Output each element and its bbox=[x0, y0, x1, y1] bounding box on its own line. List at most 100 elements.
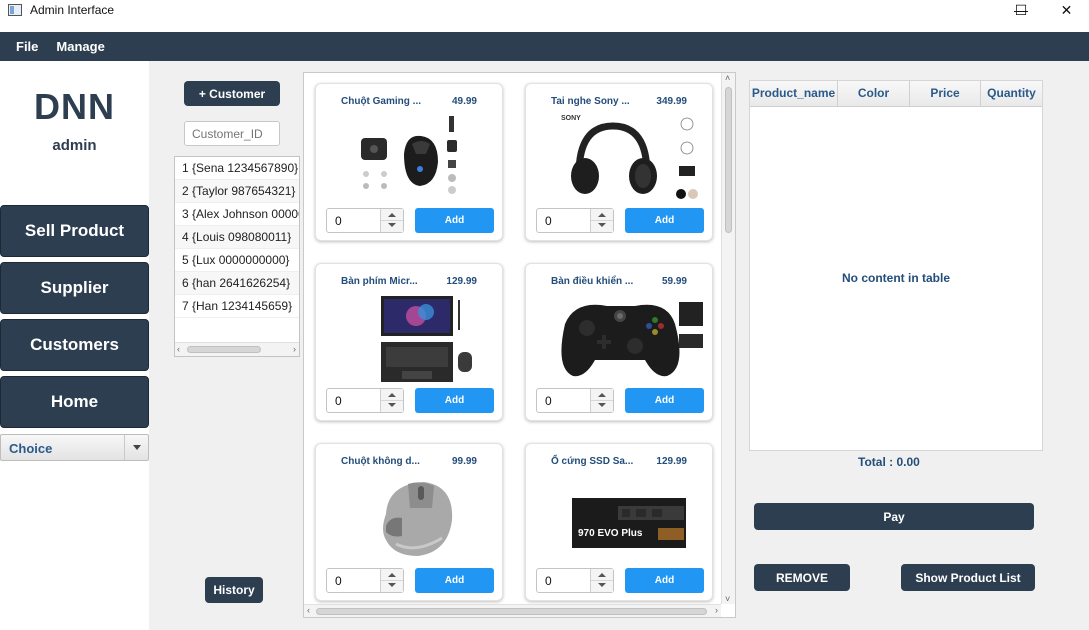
quantity-stepper[interactable]: 0 bbox=[536, 208, 614, 233]
list-item[interactable]: 5 {Lux 0000000000} bbox=[175, 249, 299, 272]
product-name: Bàn điều khiển ... bbox=[551, 276, 634, 287]
close-button[interactable]: ✕ bbox=[1044, 0, 1089, 20]
add-customer-button[interactable]: + Customer bbox=[184, 81, 280, 106]
decrement-icon[interactable] bbox=[598, 403, 606, 407]
product-card: Bàn điều khiển ... 59.99 0 Add bbox=[525, 263, 713, 421]
supplier-button[interactable]: Supplier bbox=[0, 262, 149, 314]
window-titlebar: Admin Interface — — ✕ bbox=[0, 0, 1089, 32]
quantity-value[interactable]: 0 bbox=[335, 214, 342, 228]
decrement-icon[interactable] bbox=[598, 583, 606, 587]
show-product-list-button[interactable]: Show Product List bbox=[901, 564, 1035, 591]
choice-dropdown[interactable]: Choice bbox=[0, 434, 149, 461]
decrement-icon[interactable] bbox=[388, 583, 396, 587]
scroll-up-icon[interactable]: ˄ bbox=[725, 73, 730, 83]
product-name: Bàn phím Micr... bbox=[341, 276, 418, 287]
list-item[interactable]: 3 {Alex Johnson 00000 bbox=[175, 203, 299, 226]
quantity-stepper[interactable]: 0 bbox=[326, 388, 404, 413]
menu-bar: File Manage bbox=[0, 32, 1089, 61]
product-card: Bàn phím Micr... 129.99 0 Add bbox=[315, 263, 503, 421]
quantity-value[interactable]: 0 bbox=[545, 574, 552, 588]
empty-table-message: No content in table bbox=[842, 271, 950, 285]
product-grid-hscrollbar[interactable]: ‹ › bbox=[304, 604, 721, 617]
wireless-mouse-image bbox=[383, 482, 453, 556]
column-header-price[interactable]: Price bbox=[910, 81, 981, 106]
increment-icon[interactable] bbox=[598, 393, 606, 397]
list-item[interactable]: 1 {Sena 1234567890} bbox=[175, 157, 299, 180]
list-item[interactable]: 7 {Han 1234145659} bbox=[175, 295, 299, 318]
add-to-cart-button[interactable]: Add bbox=[625, 568, 704, 593]
scroll-left-icon[interactable]: ‹ bbox=[307, 605, 310, 615]
maximize-button[interactable]: ☐ bbox=[998, 0, 1044, 20]
menu-manage[interactable]: Manage bbox=[56, 39, 104, 54]
scroll-left-icon[interactable]: ‹ bbox=[177, 344, 180, 354]
column-header-quantity[interactable]: Quantity bbox=[981, 81, 1042, 106]
product-name: Tai nghe Sony ... bbox=[551, 96, 630, 107]
cart-table[interactable]: Product_name Color Price Quantity No con… bbox=[749, 80, 1043, 451]
product-name: Ổ cứng SSD Sa... bbox=[551, 456, 634, 467]
quantity-value[interactable]: 0 bbox=[545, 214, 552, 228]
list-item[interactable]: 2 {Taylor 987654321} bbox=[175, 180, 299, 203]
user-role: admin bbox=[52, 137, 97, 154]
app-icon bbox=[8, 4, 22, 16]
add-to-cart-button[interactable]: Add bbox=[625, 388, 704, 413]
menu-file[interactable]: File bbox=[16, 39, 38, 54]
quantity-value[interactable]: 0 bbox=[545, 394, 552, 408]
product-card: Ổ cứng SSD Sa... 129.99 970 EVO Plus 0 A… bbox=[525, 443, 713, 601]
cart-total: Total : 0.00 bbox=[858, 455, 920, 469]
increment-icon[interactable] bbox=[388, 573, 396, 577]
list-item[interactable]: 6 {han 2641626254} bbox=[175, 272, 299, 295]
product-card: Chuột không d... 99.99 0 Add bbox=[315, 443, 503, 601]
increment-icon[interactable] bbox=[598, 213, 606, 217]
quantity-stepper[interactable]: 0 bbox=[536, 388, 614, 413]
column-header-color[interactable]: Color bbox=[838, 81, 910, 106]
product-price: 59.99 bbox=[661, 276, 687, 287]
decrement-icon[interactable] bbox=[598, 223, 606, 227]
choice-value: Choice bbox=[9, 441, 53, 456]
scroll-thumb[interactable] bbox=[187, 346, 261, 353]
scroll-down-icon[interactable]: ˅ bbox=[725, 594, 730, 604]
quantity-stepper[interactable]: 0 bbox=[326, 208, 404, 233]
quantity-stepper[interactable]: 0 bbox=[536, 568, 614, 593]
customer-list-hscrollbar[interactable]: ‹ › bbox=[175, 342, 299, 356]
sony-brand-text: SONY bbox=[561, 115, 581, 122]
product-card: Chuột Gaming ... 49.99 0 Add bbox=[315, 83, 503, 241]
add-to-cart-button[interactable]: Add bbox=[415, 568, 494, 593]
scroll-thumb[interactable] bbox=[316, 608, 707, 615]
history-button[interactable]: History bbox=[205, 577, 263, 603]
sony-headphones-image: SONY bbox=[561, 115, 698, 199]
decrement-icon[interactable] bbox=[388, 223, 396, 227]
cart-table-header: Product_name Color Price Quantity bbox=[750, 81, 1042, 107]
decrement-icon[interactable] bbox=[388, 403, 396, 407]
remove-button[interactable]: REMOVE bbox=[754, 564, 850, 591]
quantity-value[interactable]: 0 bbox=[335, 394, 342, 408]
scroll-right-icon[interactable]: › bbox=[715, 605, 718, 615]
scroll-right-icon[interactable]: › bbox=[293, 344, 296, 354]
pay-button[interactable]: Pay bbox=[754, 503, 1034, 530]
increment-icon[interactable] bbox=[598, 573, 606, 577]
product-card: Tai nghe Sony ... 349.99 SONY 0 Add bbox=[525, 83, 713, 241]
add-to-cart-button[interactable]: Add bbox=[415, 208, 494, 233]
ssd-image: 970 EVO Plus bbox=[572, 498, 686, 548]
quantity-value[interactable]: 0 bbox=[335, 574, 342, 588]
sell-product-button[interactable]: Sell Product bbox=[0, 205, 149, 257]
add-to-cart-button[interactable]: Add bbox=[625, 208, 704, 233]
list-item[interactable]: 4 {Louis 098080011} bbox=[175, 226, 299, 249]
home-button[interactable]: Home bbox=[0, 376, 149, 428]
brand-logo: DNN bbox=[34, 86, 115, 127]
scroll-thumb[interactable] bbox=[725, 87, 732, 233]
sidebar: DNN admin Sell Product Supplier Customer… bbox=[0, 61, 149, 630]
product-grid-vscrollbar[interactable]: ˄ ˅ bbox=[721, 73, 735, 604]
product-name: Chuột Gaming ... bbox=[341, 96, 421, 107]
increment-icon[interactable] bbox=[388, 393, 396, 397]
customer-id-input[interactable] bbox=[184, 121, 280, 146]
product-price: 129.99 bbox=[446, 276, 477, 287]
customer-list[interactable]: 1 {Sena 1234567890} 2 {Taylor 987654321}… bbox=[174, 156, 300, 357]
product-name: Chuột không d... bbox=[341, 456, 420, 467]
quantity-stepper[interactable]: 0 bbox=[326, 568, 404, 593]
dropdown-arrow-icon[interactable] bbox=[124, 435, 148, 460]
column-header-product-name[interactable]: Product_name bbox=[750, 81, 838, 106]
add-to-cart-button[interactable]: Add bbox=[415, 388, 494, 413]
customers-button[interactable]: Customers bbox=[0, 319, 149, 371]
ssd-label-text: 970 EVO Plus bbox=[578, 528, 643, 539]
increment-icon[interactable] bbox=[388, 213, 396, 217]
